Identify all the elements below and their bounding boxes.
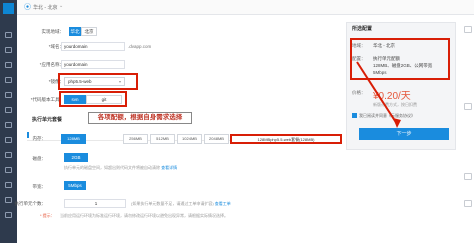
disk-note: 执行单元的磁盘空间，如超出则代码文件将被自动清除 查看详情 (64, 165, 178, 170)
panel-config-label: 配置： (352, 56, 366, 61)
dashboard-icon[interactable] (5, 32, 12, 38)
bandwidth-value[interactable]: 5Mbps (64, 181, 86, 190)
domain-label: *域名： (48, 44, 64, 49)
deploy-tool-label: *代码版本工具： (30, 97, 64, 102)
top-bar: ⦿ 华北 - 北京 ⌄ (17, 0, 474, 15)
panel-price-note: 新版计费方式，按日扣费 (373, 102, 417, 107)
region-selector[interactable]: 华北 - 北京 (33, 4, 57, 11)
annotation-box-runtime (58, 73, 138, 90)
instances-value: 1 (94, 201, 98, 206)
region-north-button[interactable]: 华北 (69, 27, 81, 36)
panel-title: 所选配置 (352, 26, 373, 32)
domain-suffix: .dvapp.com (128, 44, 152, 49)
chat-icon[interactable] (464, 173, 472, 180)
app-icon[interactable] (5, 47, 12, 53)
annotation-box-deploy (59, 91, 127, 107)
domain-input[interactable]: yourdomain (61, 42, 125, 51)
storage-icon[interactable] (5, 92, 12, 98)
panel-config-line-2: 128MB、磁盘2GB、公网带宽 (373, 63, 433, 68)
notification-icon[interactable] (464, 103, 472, 110)
panel-price-value: ¥0.20/天 (373, 91, 411, 102)
panel-price-label: 价格： (352, 90, 366, 95)
network-icon[interactable] (5, 107, 12, 113)
panel-config-line-3: 5Mbps (373, 70, 387, 75)
app-name-input[interactable]: yourdomain (61, 60, 125, 69)
instances-stepper[interactable]: 1 (64, 199, 126, 208)
bandwidth-label: 带宽： (32, 184, 47, 189)
disk-value[interactable]: 2GB (64, 153, 88, 162)
monitor-icon[interactable] (5, 122, 12, 128)
feedback-icon[interactable] (464, 26, 472, 33)
panel-region-label: 地域： (352, 43, 366, 48)
ticket-icon[interactable] (5, 167, 12, 173)
location-pin-icon: ⦿ (24, 3, 31, 11)
tips-label: * 提示： (40, 213, 55, 218)
memory-tier-512[interactable]: 512MB (150, 134, 175, 144)
instances-note: (如果执行单元数量不足，请通过工单申请扩容) 查看工单 (131, 201, 231, 206)
app-name-label: *应用名称： (39, 62, 64, 67)
memory-tier-2048[interactable]: 2048MB (204, 134, 229, 144)
help-icon[interactable] (5, 212, 12, 218)
agree-text: 我已阅读并同意《云服务协议》 (359, 113, 415, 118)
panel-config-line-1: 执行单元配额 (373, 56, 400, 61)
instances-label: 执行单元个数： (14, 201, 47, 206)
memory-tier-1024[interactable]: 1024MB (177, 134, 202, 144)
disk-note-link[interactable]: 查看详情 (161, 165, 177, 170)
region-label: 实现地域： (41, 29, 65, 34)
database-icon[interactable] (5, 77, 12, 83)
next-button[interactable]: 下一步 (359, 128, 449, 140)
agree-checkbox[interactable] (352, 113, 357, 118)
memory-tier-256[interactable]: 256MB (123, 134, 148, 144)
memory-selected-plan[interactable]: 128MBphp5.5-web套餐(128MB) (230, 134, 342, 144)
disk-label: 磁盘： (32, 156, 47, 161)
memory-label: 内存： (32, 136, 47, 141)
instances-note-link[interactable]: 查看工单 (215, 201, 231, 206)
region-beijing-button[interactable]: 北京 (81, 27, 97, 36)
chevron-down-icon[interactable]: ⌄ (59, 3, 63, 9)
logo-icon (3, 3, 14, 14)
annotation-callout: 各项配额，根据自身需求选择 (88, 112, 192, 124)
section-title: 执行单元套餐 (32, 117, 63, 123)
panel-region-value: 华北 - 北京 (373, 43, 395, 48)
server-icon[interactable] (5, 62, 12, 68)
memory-tier-128[interactable]: 128MB (61, 134, 86, 144)
tips-text: 当前应用运行环境为标准运行环境，请勿修改运行环境以避免出现异常，请根据实际情况选… (60, 213, 228, 218)
phone-icon[interactable] (464, 200, 472, 207)
